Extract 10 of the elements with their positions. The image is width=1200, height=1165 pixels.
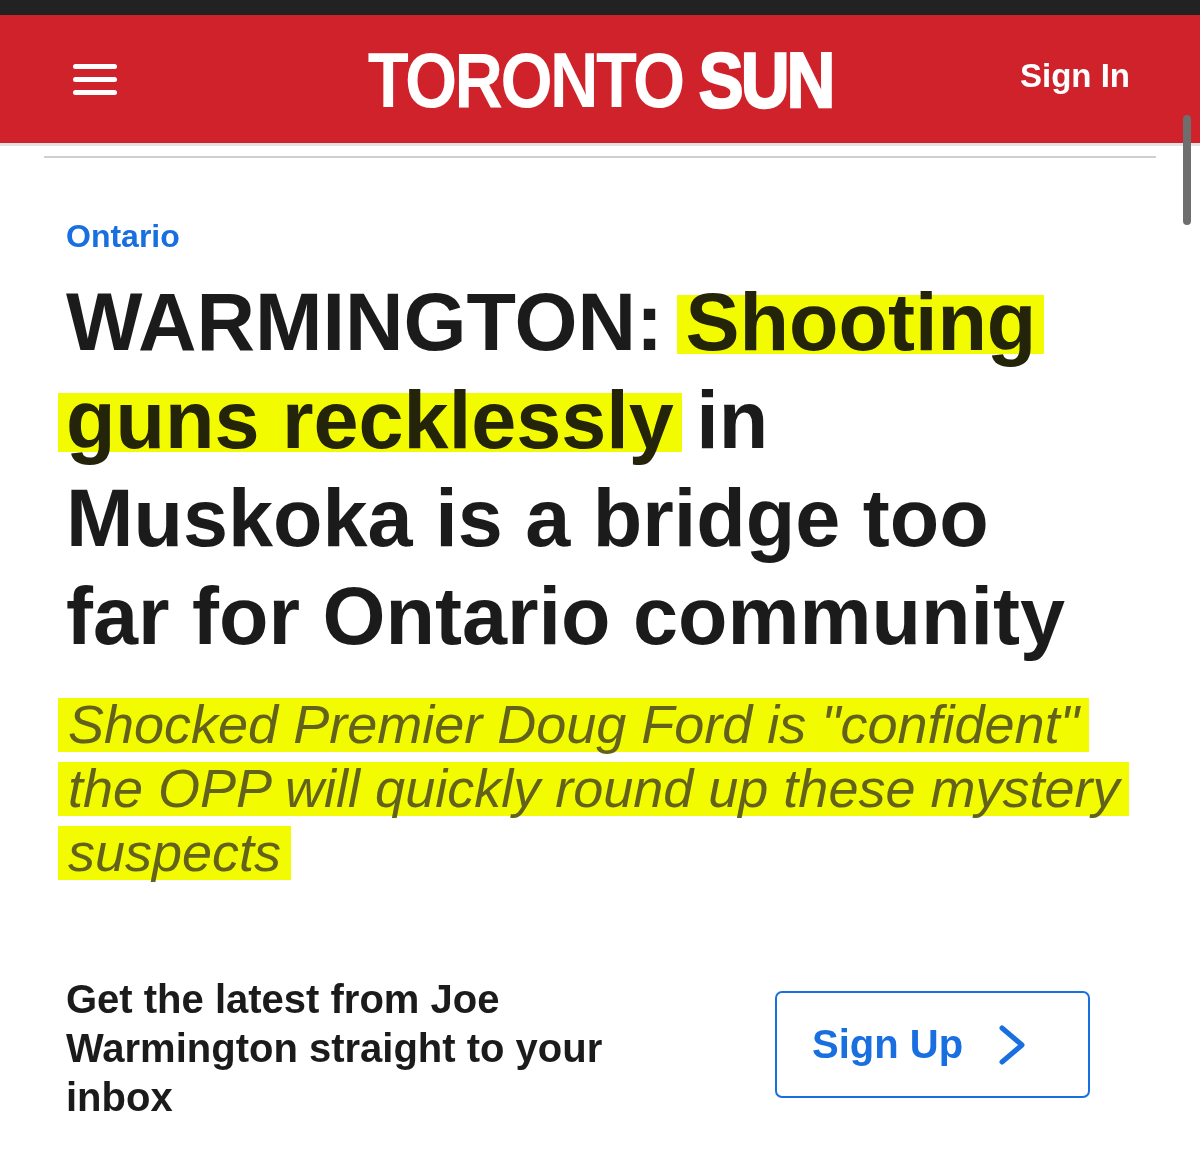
logo[interactable]: TORONTO SUN [367, 41, 833, 119]
scrollbar-thumb[interactable] [1183, 115, 1191, 225]
menu-button[interactable] [73, 63, 117, 95]
newsletter-text: Get the latest from Joe Warmington straight to your inbox [66, 976, 604, 1121]
chevron-right-icon [998, 1024, 1027, 1065]
section-link[interactable]: Ontario [66, 216, 180, 256]
menu-icon [73, 63, 117, 95]
sign-up-button[interactable]: Sign Up [775, 991, 1090, 1098]
headline: WARMINGTON: Shooting guns recklessly in Muskoka is a bridge too far for Ontario community [54, 273, 1098, 665]
sign-in-link[interactable]: Sign In [1020, 56, 1130, 96]
